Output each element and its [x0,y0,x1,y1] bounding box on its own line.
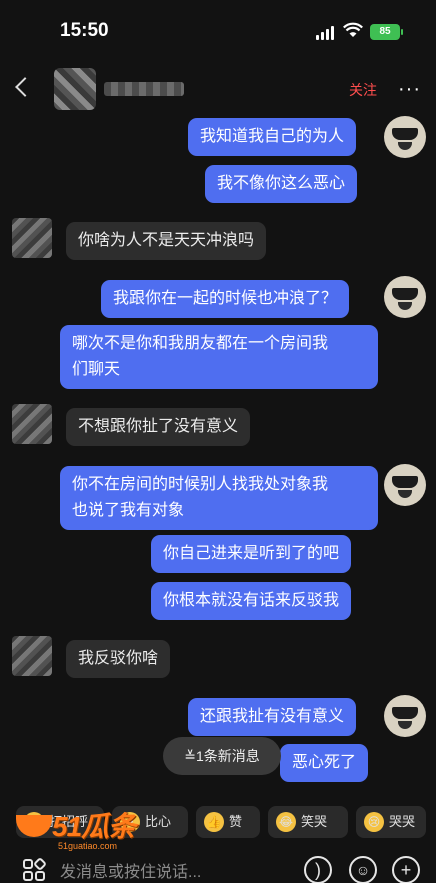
message-bubble-sent[interactable]: 哪次不是你和我朋友都在一个房间我 们聊天 [60,325,378,389]
contact-avatar-small[interactable] [12,218,52,258]
quick-reply-like[interactable]: 👍 赞 [196,806,260,838]
my-avatar[interactable] [384,464,426,506]
back-arrow-icon[interactable] [15,77,35,97]
quick-reply-laugh-cry[interactable]: 😂 笑哭 [268,806,348,838]
message-bubble-sent[interactable]: 我不像你这么恶心 [205,165,358,203]
laugh-cry-emoji-icon: 😂 [276,812,296,832]
apps-grid-icon[interactable] [22,858,46,882]
message-bubble-sent[interactable]: 你根本就没有话来反驳我 [151,582,352,620]
plus-icon[interactable]: + [392,856,420,883]
chat-header: 关注 ··· [0,62,436,114]
quick-reply-label: 赞 [229,814,243,829]
message-line: 哪次不是你和我朋友都在一个房间我 [72,335,329,352]
contact-avatar[interactable] [54,68,96,110]
emoji-icon[interactable]: ☺ [349,856,377,883]
message-bubble-sent[interactable]: 恶心死了 [280,744,369,782]
voice-icon[interactable]: ) [304,856,332,883]
message-line: 也说了我有对象 [72,502,185,519]
thumbs-up-emoji-icon: 👍 [204,812,224,832]
wifi-icon [343,22,363,37]
more-options-icon[interactable]: ··· [398,78,421,101]
message-bubble-sent[interactable]: 我知道我自己的为人 [188,118,357,156]
message-bubble-sent[interactable]: 你自己进来是听到了的吧 [151,535,352,573]
my-avatar[interactable] [384,276,426,318]
message-input-bar: 发消息或按住说话... ) ☺ + [16,848,426,883]
message-bubble-received[interactable]: 不想跟你扯了没有意义 [66,408,251,446]
quick-reply-cry[interactable]: 😢 哭哭 [356,806,426,838]
watermark-brand: 51瓜条 [52,811,136,842]
quick-reply-label: 笑哭 [301,814,328,829]
my-avatar[interactable] [384,695,426,737]
message-bubble-received[interactable]: 你啥为人不是天天冲浪吗 [66,222,267,260]
follow-button[interactable]: 关注 [349,80,377,100]
watermark-boat-icon [16,815,52,837]
message-input[interactable]: 发消息或按住说话... [60,858,201,882]
message-bubble-sent[interactable]: 还跟我扯有没有意义 [188,698,357,736]
new-messages-indicator[interactable]: ≚1条新消息 [163,737,281,775]
message-bubble-sent[interactable]: 你不在房间的时候别人找我处对象我 也说了我有对象 [60,466,378,530]
contact-avatar-small[interactable] [12,404,52,444]
contact-avatar-small[interactable] [12,636,52,676]
status-time: 15:50 [60,20,109,41]
crying-emoji-icon: 😢 [364,812,384,832]
signal-icon [316,26,334,40]
battery-icon: 85 [370,24,403,40]
message-line: 你不在房间的时候别人找我处对象我 [72,476,329,493]
contact-name-blurred[interactable] [104,82,184,96]
message-bubble-received[interactable]: 我反驳你啥 [66,640,171,678]
message-line: 们聊天 [72,361,121,378]
my-avatar[interactable] [384,116,426,158]
status-bar: 15:50 85 [0,0,436,60]
quick-reply-label: 哭哭 [389,814,416,829]
message-bubble-sent[interactable]: 我跟你在一起的时候也冲浪了？ [101,280,350,318]
